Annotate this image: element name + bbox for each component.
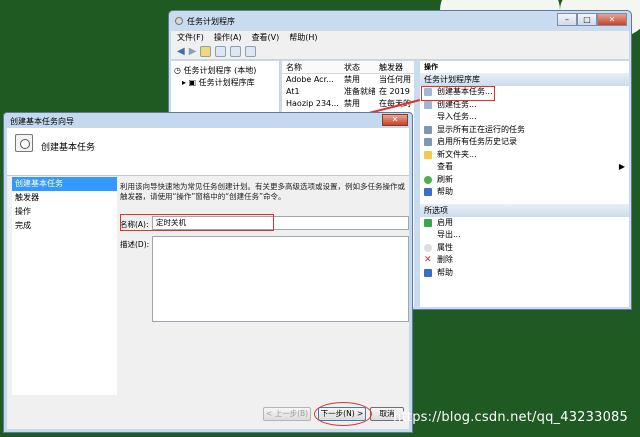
blank-icon xyxy=(424,113,432,121)
list-header: 名称 状态 触发器 xyxy=(282,61,414,74)
action-enable[interactable]: 启用 xyxy=(420,217,629,230)
close-button[interactable]: ✕ xyxy=(597,13,627,26)
cell-status: 禁用 xyxy=(344,75,360,84)
menu-bar: 文件(F) 操作(A) 查看(V) 帮助(H) xyxy=(171,31,629,44)
help-icon[interactable] xyxy=(230,46,242,57)
wizard-heading: 创建基本任务 xyxy=(41,143,96,153)
action-refresh[interactable]: 刷新 xyxy=(420,174,629,187)
cell-name: Adobe Acr... xyxy=(286,75,334,84)
table-row[interactable]: Adobe Acr... 禁用 当任何用 xyxy=(282,74,414,86)
cell-trigger: 在 2019 xyxy=(379,87,410,96)
wizard-close-button[interactable]: ✕ xyxy=(382,114,408,126)
window-controls: – □ ✕ xyxy=(557,13,627,26)
column-status[interactable]: 状态 xyxy=(340,61,375,73)
table-row[interactable]: Haozip 234... 禁用 在每天的 xyxy=(282,98,414,110)
step-trigger[interactable]: 触发器 xyxy=(12,191,117,205)
action-show-running[interactable]: 显示所有正在运行的任务 xyxy=(420,124,629,137)
wizard-body: 创建基本任务 创建基本任务 触发器 操作 完成 利用该向导快速地为常见任务创建计… xyxy=(7,128,409,429)
cell-name: At1 xyxy=(286,87,300,96)
wizard-header: 创建基本任务 xyxy=(7,128,409,176)
cell-status: 禁用 xyxy=(344,99,360,108)
window-title: 任务计划程序 xyxy=(187,16,235,26)
cell-status: 准备就绪 xyxy=(344,87,375,96)
folder-icon xyxy=(424,150,432,159)
actions-title: 操作 xyxy=(420,61,629,73)
tree-item-root[interactable]: ◷ 任务计划程序 (本地) xyxy=(174,65,276,77)
history-icon xyxy=(424,138,432,147)
section-selected[interactable]: 所选项 xyxy=(420,203,629,217)
menu-help[interactable]: 帮助(H) xyxy=(289,32,317,43)
annotation-highlight xyxy=(421,86,495,101)
action-properties[interactable]: 属性 xyxy=(420,242,629,255)
back-button[interactable]: < 上一步(B) xyxy=(263,407,311,421)
description-field[interactable] xyxy=(152,236,409,322)
action-new-folder[interactable]: 新文件夹... xyxy=(420,149,629,162)
cell-name: Haozip 234... xyxy=(286,99,339,108)
help-icon xyxy=(424,188,432,197)
column-trigger[interactable]: 触发器 xyxy=(375,61,414,73)
toolbar: ◀ ▶ xyxy=(171,44,629,60)
blank-icon xyxy=(424,231,432,239)
wizard-steps: 创建基本任务 触发器 操作 完成 xyxy=(12,177,117,395)
annotation-ellipse xyxy=(314,402,372,426)
folder-up-icon[interactable] xyxy=(200,46,212,57)
minimize-button[interactable]: – xyxy=(557,13,577,26)
step-finish[interactable]: 完成 xyxy=(12,219,117,233)
menu-view[interactable]: 查看(V) xyxy=(252,32,280,43)
wizard-description: 利用该向导快速地为常见任务创建计划。有关更多高级选项或设置，例如多任务操作或触发… xyxy=(120,182,405,201)
show-tree-icon[interactable] xyxy=(215,46,227,57)
delete-x-icon: ✕ xyxy=(424,255,432,265)
cell-trigger: 当任何用 xyxy=(379,75,411,84)
menu-file[interactable]: 文件(F) xyxy=(177,32,204,43)
help-icon xyxy=(424,268,432,277)
properties-icon[interactable] xyxy=(245,46,257,57)
description-label: 描述(D): xyxy=(120,240,150,249)
clock-icon xyxy=(175,17,183,25)
step-create-basic-task[interactable]: 创建基本任务 xyxy=(12,177,117,191)
refresh-icon xyxy=(424,175,432,184)
action-enable-history[interactable]: 启用所有任务历史记录 xyxy=(420,136,629,149)
maximize-button[interactable]: □ xyxy=(577,13,597,26)
create-basic-task-wizard: 创建基本任务向导 ✕ 创建基本任务 创建基本任务 触发器 操作 完成 利用该向导… xyxy=(3,112,413,433)
blank-icon xyxy=(424,163,432,171)
properties-icon xyxy=(424,243,432,252)
cell-trigger: 在每天的 xyxy=(379,99,411,108)
column-name[interactable]: 名称 xyxy=(282,61,340,73)
task-icon xyxy=(424,100,432,109)
action-help-selected[interactable]: 帮助 xyxy=(420,267,629,280)
menu-action[interactable]: 操作(A) xyxy=(214,32,242,43)
section-library[interactable]: 任务计划程序库 xyxy=(420,73,629,86)
table-row[interactable]: At1 准备就绪 在 2019 xyxy=(282,86,414,98)
tree-item-library[interactable]: ▸ ▣ 任务计划程序库 xyxy=(174,77,276,89)
wizard-content: 利用该向导快速地为常见任务创建计划。有关更多高级选项或设置，例如多任务操作或触发… xyxy=(120,177,409,395)
watermark: https://blog.csdn.net/qq_43233085 xyxy=(393,410,628,425)
submenu-arrow-icon: ▶ xyxy=(618,162,625,171)
action-export[interactable]: 导出... xyxy=(420,229,629,242)
enable-arrow-icon xyxy=(424,218,432,227)
annotation-highlight xyxy=(120,214,274,231)
action-import-task[interactable]: 导入任务... xyxy=(420,111,629,124)
list-icon xyxy=(424,125,432,134)
wizard-title: 创建基本任务向导 xyxy=(10,117,74,126)
back-icon[interactable]: ◀ xyxy=(177,46,185,57)
step-action[interactable]: 操作 xyxy=(12,205,117,219)
action-delete[interactable]: ✕ 删除 xyxy=(420,254,629,267)
action-help[interactable]: 帮助 xyxy=(420,186,629,199)
action-view[interactable]: 查看 ▶ xyxy=(420,161,629,174)
task-clock-icon xyxy=(15,134,33,152)
forward-icon[interactable]: ▶ xyxy=(189,46,197,57)
